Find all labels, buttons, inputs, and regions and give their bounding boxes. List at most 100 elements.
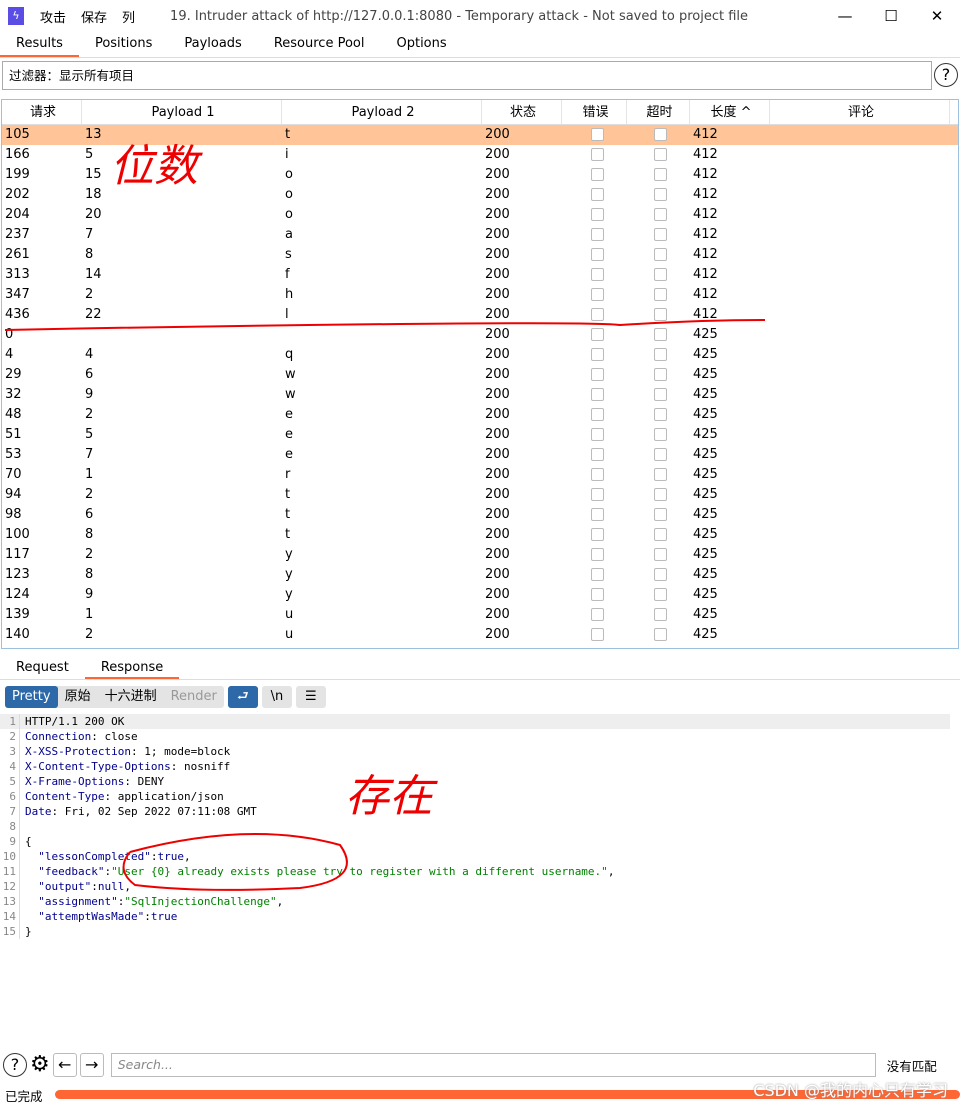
back-arrow-icon[interactable]: ← [52,1053,77,1077]
checkbox[interactable] [591,488,604,501]
checkbox[interactable] [654,208,667,221]
checkbox[interactable] [591,188,604,201]
checkbox[interactable] [654,148,667,161]
menu-columns[interactable]: 列 [122,7,135,26]
checkbox[interactable] [654,508,667,521]
checkbox[interactable] [654,228,667,241]
checkbox[interactable] [591,408,604,421]
checkbox[interactable] [654,588,667,601]
checkbox[interactable] [654,368,667,381]
checkbox[interactable] [591,608,604,621]
checkbox[interactable] [591,448,604,461]
table-row[interactable]: 313 14 f 200 412 [2,265,958,285]
tab-request[interactable]: Request [0,656,85,679]
column-header[interactable]: 评论 [770,100,950,124]
hex-button[interactable]: 十六进制 [98,686,164,708]
checkbox[interactable] [654,548,667,561]
tab-results[interactable]: Results [0,32,79,57]
table-row[interactable]: 70 1 r 200 425 [2,465,958,485]
checkbox[interactable] [654,388,667,401]
close-button[interactable]: ✕ [914,7,960,25]
table-row[interactable]: 199 15 o 200 412 [2,165,958,185]
checkbox[interactable] [591,148,604,161]
table-row[interactable]: 140 2 u 200 425 [2,625,958,645]
table-row[interactable]: 94 2 t 200 425 [2,485,958,505]
checkbox[interactable] [654,628,667,641]
filter-bar[interactable]: 过滤器：显示所有项目 [2,61,932,90]
checkbox[interactable] [654,268,667,281]
table-row[interactable]: 117 2 y 200 425 [2,545,958,565]
checkbox[interactable] [591,268,604,281]
tab-response[interactable]: Response [84,656,180,679]
raw-button[interactable]: 原始 [58,686,98,708]
column-header[interactable]: 超时 [627,100,690,124]
checkbox[interactable] [591,348,604,361]
menu-attack[interactable]: 攻击 [40,7,66,26]
checkbox[interactable] [591,128,604,141]
checkbox[interactable] [591,568,604,581]
checkbox[interactable] [654,528,667,541]
checkbox[interactable] [591,388,604,401]
checkbox[interactable] [591,228,604,241]
tab-positions[interactable]: Positions [79,32,168,57]
column-header[interactable]: 长度 ^ [690,100,770,124]
checkbox[interactable] [591,328,604,341]
column-header[interactable]: 错误 [562,100,627,124]
checkbox[interactable] [591,508,604,521]
wrap-icon[interactable]: ⮐ [227,686,258,708]
tab-options[interactable]: Options [380,32,462,57]
forward-arrow-icon[interactable]: → [79,1053,104,1077]
table-row[interactable]: 0 200 425 [2,325,958,345]
table-row[interactable]: 53 7 e 200 425 [2,445,958,465]
checkbox[interactable] [591,168,604,181]
table-row[interactable]: 261 8 s 200 412 [2,245,958,265]
checkbox[interactable] [591,588,604,601]
table-row[interactable]: 204 20 o 200 412 [2,205,958,225]
checkbox[interactable] [654,428,667,441]
checkbox[interactable] [654,308,667,321]
table-row[interactable]: 202 18 o 200 412 [2,185,958,205]
checkbox[interactable] [654,468,667,481]
table-row[interactable]: 100 8 t 200 425 [2,525,958,545]
checkbox[interactable] [654,168,667,181]
table-row[interactable]: 124 9 y 200 425 [2,585,958,605]
column-header[interactable]: Payload 1 [82,100,282,124]
table-row[interactable]: 32 9 w 200 425 [2,385,958,405]
table-row[interactable]: 237 7 a 200 412 [2,225,958,245]
checkbox[interactable] [654,328,667,341]
help-icon[interactable]: ? [934,63,958,87]
checkbox[interactable] [654,488,667,501]
table-row[interactable]: 166 5 i 200 412 [2,145,958,165]
render-button[interactable]: Render [164,686,224,708]
checkbox[interactable] [654,568,667,581]
column-header[interactable]: 状态 [482,100,562,124]
checkbox[interactable] [591,288,604,301]
checkbox[interactable] [654,448,667,461]
checkbox[interactable] [591,208,604,221]
checkbox[interactable] [591,308,604,321]
checkbox[interactable] [591,628,604,641]
table-row[interactable]: 98 6 t 200 425 [2,505,958,525]
checkbox[interactable] [654,248,667,261]
help-icon[interactable]: ? [3,1053,27,1077]
column-header[interactable]: 请求 [2,100,82,124]
menu-icon[interactable]: ☰ [295,686,326,708]
search-input[interactable]: Search... [110,1053,876,1077]
pretty-button[interactable]: Pretty [5,686,58,708]
checkbox[interactable] [591,528,604,541]
checkbox[interactable] [591,368,604,381]
checkbox[interactable] [654,188,667,201]
gear-icon[interactable]: ⚙ [30,1053,50,1077]
table-row[interactable]: 4 4 q 200 425 [2,345,958,365]
checkbox[interactable] [654,128,667,141]
table-row[interactable]: 48 2 e 200 425 [2,405,958,425]
checkbox[interactable] [591,468,604,481]
maximize-button[interactable]: ☐ [868,7,914,25]
table-row[interactable]: 105 13 t 200 412 [2,125,958,145]
checkbox[interactable] [654,608,667,621]
minimize-button[interactable]: — [822,7,868,25]
menu-save[interactable]: 保存 [81,7,107,26]
table-row[interactable]: 139 1 u 200 425 [2,605,958,625]
checkbox[interactable] [654,408,667,421]
newline-button[interactable]: \n [261,686,292,708]
